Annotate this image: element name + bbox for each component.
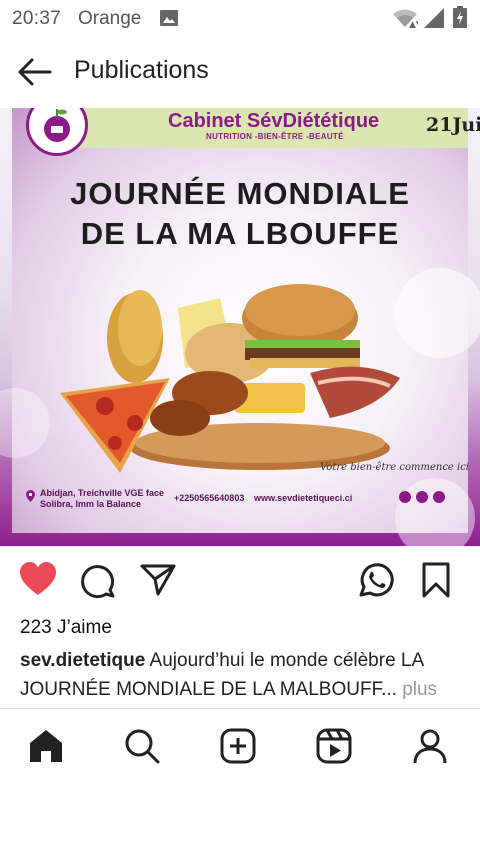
- post-headline-line1: JOURNÉE MONDIALE: [70, 176, 410, 211]
- status-carrier: Orange: [78, 8, 142, 29]
- header: Publications: [0, 44, 480, 100]
- signal-icon: [424, 8, 444, 28]
- whatsapp-icon[interactable]: [356, 560, 396, 600]
- bottom-nav: [0, 720, 480, 772]
- post-slogan: Votre bien-être commence ici: [320, 462, 470, 473]
- svg-text:▲▼: ▲▼: [409, 20, 418, 28]
- likes-count[interactable]: 223 J’aime: [20, 617, 112, 639]
- post-date: 21Juillet: [426, 114, 480, 136]
- reels-icon[interactable]: [314, 726, 354, 766]
- wifi-icon: ▲▼: [393, 9, 418, 28]
- apple-logo-icon: [44, 109, 70, 142]
- gallery-icon: [160, 10, 178, 26]
- post-image[interactable]: Cabinet SévDiététique NUTRITION -BIEN-ÊT…: [0, 108, 480, 546]
- bookmark-icon[interactable]: [416, 560, 456, 600]
- search-icon[interactable]: [122, 726, 162, 766]
- social-icons: [399, 491, 445, 503]
- location-pin-icon: [26, 490, 35, 502]
- brand-banner: Cabinet SévDiététique NUTRITION -BIEN-ÊT…: [58, 108, 480, 148]
- contact-address: Abidjan, Treichville VGE face Solibra, I…: [40, 488, 165, 509]
- divider: [0, 708, 480, 709]
- heart-icon[interactable]: [18, 560, 58, 600]
- brand-tagline: NUTRITION -BIEN-ÊTRE -BEAUTÉ: [206, 132, 344, 141]
- comment-icon[interactable]: [78, 560, 118, 600]
- home-icon[interactable]: [26, 726, 66, 766]
- create-icon[interactable]: [218, 726, 258, 766]
- post-caption: sev.dietetique Aujourd’hui le monde célè…: [20, 646, 464, 704]
- contact-website: www.sevdietetiqueci.ci: [254, 493, 353, 503]
- post-headline-line2: DE LA MA LBOUFFE: [80, 216, 400, 251]
- share-icon[interactable]: [138, 560, 178, 600]
- post-actions: [0, 560, 480, 604]
- junk-food-illustration: [60, 284, 400, 473]
- status-time: 20:37: [12, 8, 62, 29]
- contact-phone: +2250565640803: [174, 493, 245, 503]
- caption-username[interactable]: sev.dietetique: [20, 650, 145, 671]
- profile-icon[interactable]: [410, 726, 450, 766]
- page-title: Publications: [74, 56, 209, 84]
- caption-more-link[interactable]: plus: [402, 679, 437, 700]
- contact-info: Abidjan, Treichville VGE face Solibra, I…: [26, 488, 456, 518]
- battery-icon: [453, 6, 467, 28]
- brand-logo: [26, 108, 88, 156]
- brand-name: Cabinet SévDiététique: [168, 110, 380, 132]
- status-bar: 20:37 Orange ▲▼: [0, 0, 480, 36]
- arrow-left-icon[interactable]: [16, 56, 54, 88]
